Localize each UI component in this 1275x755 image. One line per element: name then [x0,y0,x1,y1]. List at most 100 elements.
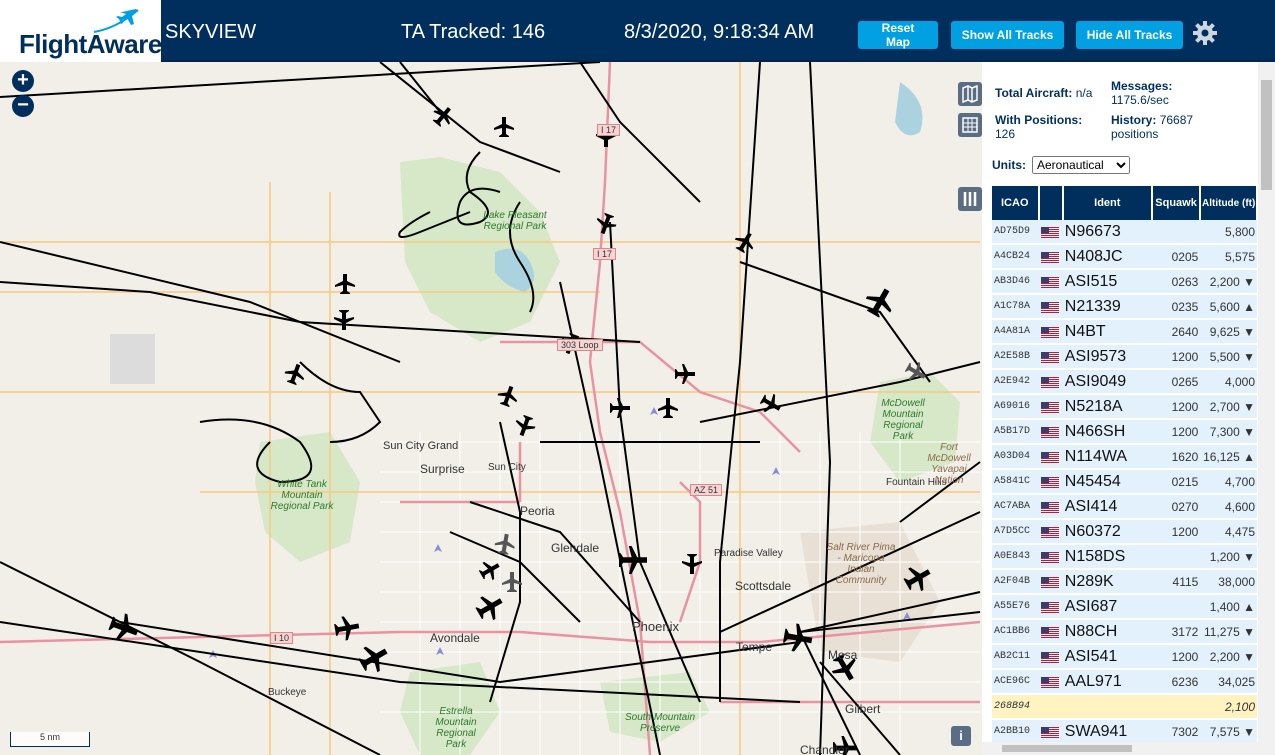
table-row[interactable]: A5B17D N466SH 1200 7,300 ▼ [992,419,1257,445]
ident-cell: ASI9573 [1062,344,1152,370]
altitude-cell: 5,800 [1200,220,1257,245]
info-button[interactable]: i [951,726,971,746]
us-flag-icon [1040,651,1059,663]
table-row[interactable]: 268B94 2,100 [992,694,1257,720]
place-label: Peoria [520,504,555,518]
icao-cell: 268B94 [992,694,1039,720]
highway-shield: I 10 [270,632,294,644]
table-row[interactable]: A55E76 ASI687 1,400 ▲ [992,594,1257,620]
flag-cell [1038,569,1063,595]
flightaware-logo[interactable]: FlightAware [0,0,162,62]
map-grid-button[interactable] [958,113,982,137]
reset-map-button[interactable]: Reset Map [858,21,938,49]
flag-cell [1038,469,1063,495]
table-row[interactable]: AB3D46 ASI515 0263 2,200 ▼ [992,269,1257,295]
table-row[interactable]: AD75D9 N96673 5,800 [992,220,1257,245]
icao-cell: A2BB10 [992,719,1039,745]
table-row[interactable]: A2BB10 SWA941 7302 7,575 ▼ [992,719,1257,745]
col-ident-header[interactable]: Ident [1062,186,1153,220]
table-row[interactable]: A4A81A N4BT 2640 9,625 ▼ [992,319,1257,345]
flag-cell [1038,444,1063,470]
flag-cell [1038,244,1063,270]
messages-stat: Messages: 1175.6/sec [1111,79,1211,107]
units-select[interactable]: Aeronautical [1032,156,1130,174]
highway-shield: 303 Loop [557,339,603,351]
flag-cell [1038,519,1063,545]
gear-icon[interactable] [1192,20,1218,46]
column-toggle-button[interactable] [958,187,982,211]
ident-cell: ASI515 [1062,269,1152,295]
us-flag-icon [1040,226,1059,238]
table-row[interactable]: A2E58B ASI9573 1200 5,500 ▼ [992,344,1257,370]
flag-cell [1038,594,1063,620]
messages-value: 1175.6/sec [1111,93,1169,107]
map-layers-button[interactable] [958,82,982,106]
table-row[interactable]: ACE96C AAL971 6236 34,025 [992,669,1257,695]
altitude-cell: 5,575 [1200,244,1257,270]
table-row[interactable]: A03D04 N114WA 1620 16,125 ▲ [992,444,1257,470]
zoom-in-button[interactable]: + [12,70,34,92]
flag-cell [1038,544,1063,570]
icao-cell: A2F04B [992,569,1039,595]
flag-cell [1038,694,1063,720]
table-row[interactable]: A69016 N5218A 1200 2,700 ▼ [992,394,1257,420]
table-row[interactable]: AC7ABA ASI414 0270 4,600 [992,494,1257,520]
show-all-tracks-button[interactable]: Show All Tracks [951,21,1064,49]
squawk-cell [1151,220,1201,245]
col-icao-header[interactable]: ICAO [992,186,1040,220]
ident-cell: N114WA [1062,444,1152,470]
altitude-cell: 11,275 ▼ [1200,619,1257,645]
with-positions-stat: With Positions: 126 [995,113,1105,141]
col-altitude-header[interactable]: Altitude (ft) [1200,186,1258,220]
table-row[interactable]: A7D5CC N60372 1200 4,475 [992,519,1257,545]
icao-cell: A55E76 [992,594,1039,620]
flight-map[interactable]: Sun City Grand Surprise Sun City Peoria … [0,62,982,755]
vertical-scrollbar[interactable] [1258,62,1275,755]
us-flag-icon [1040,551,1059,563]
zoom-out-button[interactable]: − [12,95,34,117]
altitude-cell: 4,000 [1200,369,1257,395]
altitude-cell: 1,200 ▼ [1200,544,1257,570]
table-row[interactable]: A1C78A N21339 0235 5,600 ▲ [992,294,1257,320]
hscroll-thumb[interactable] [1002,745,1132,752]
icao-cell: A7D5CC [992,519,1039,545]
squawk-cell: 4115 [1151,569,1201,595]
squawk-cell: 0215 [1151,469,1201,495]
current-datetime: 8/3/2020, 9:18:34 AM [624,21,815,43]
stats-panel: Total Aircraft: n/a Messages: 1175.6/sec… [982,62,1258,186]
squawk-cell [1151,694,1201,720]
table-row[interactable]: A2F04B N289K 4115 38,000 [992,569,1257,595]
history-stat: History: 76687 positions [1111,113,1221,141]
place-label: Tempe [736,640,773,654]
us-flag-icon [1040,576,1059,588]
col-flag-header[interactable] [1038,186,1064,220]
flag-cell [1038,419,1063,445]
table-row[interactable]: A0E843 N158DS 1,200 ▼ [992,544,1257,570]
map-scale: 5 nm [10,732,90,747]
total-aircraft-stat: Total Aircraft: n/a [995,86,1092,100]
altitude-cell: 4,475 [1200,519,1257,545]
altitude-cell: 7,575 ▼ [1200,719,1257,745]
table-row[interactable]: AC1BB6 N88CH 3172 11,275 ▼ [992,619,1257,645]
altitude-cell: 9,625 ▼ [1200,319,1257,345]
scroll-thumb[interactable] [1261,80,1272,190]
us-flag-icon [1040,301,1059,313]
squawk-cell: 1200 [1151,519,1201,545]
horizontal-scrollbar[interactable] [982,742,1258,755]
highway-shield: AZ 51 [690,484,723,496]
history-label: History: [1111,113,1157,127]
aircraft-table: ICAO Ident Squawk Altitude (ft) AD75D9 N… [992,186,1258,745]
table-row[interactable]: A5841C N45454 0215 4,700 [992,469,1257,495]
park-label: Lake Pleasant Regional Park [483,210,547,232]
ident-cell: N45454 [1062,469,1152,495]
table-row[interactable]: A4CB24 N408JC 0205 5,575 [992,244,1257,270]
icao-cell: AC1BB6 [992,619,1039,645]
table-row[interactable]: A2E942 ASI9049 0265 4,000 [992,369,1257,395]
hide-all-tracks-button[interactable]: Hide All Tracks [1076,21,1183,49]
table-row[interactable]: AB2C11 ASI541 1200 2,200 ▼ [992,644,1257,670]
flag-cell [1038,319,1063,345]
top-header: FlightAware SKYVIEW TA Tracked: 146 8/3/… [0,0,1275,62]
us-flag-icon [1040,526,1059,538]
col-squawk-header[interactable]: Squawk [1151,186,1202,220]
place-label: Sun City [488,462,526,473]
